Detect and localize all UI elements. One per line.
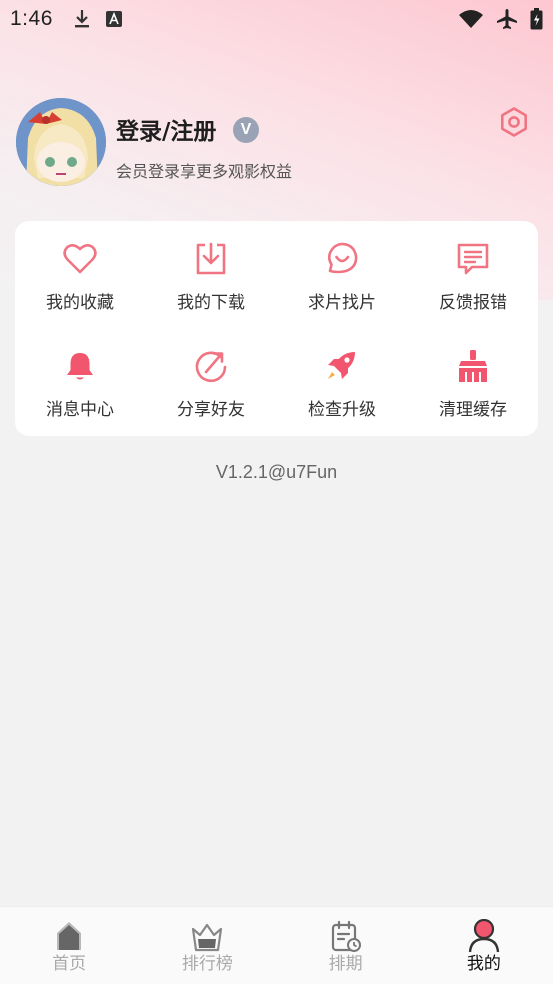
rocket-icon <box>328 352 355 379</box>
menu-item-label: 求片找片 <box>308 293 376 313</box>
nav-mine[interactable]: 我的 <box>415 907 553 984</box>
feedback-icon <box>457 243 489 275</box>
share-icon <box>195 351 227 383</box>
vip-badge: V <box>233 117 259 143</box>
nav-label: 排期 <box>328 954 363 974</box>
crown-icon <box>192 923 223 952</box>
nav-home[interactable]: 首页 <box>0 907 138 984</box>
bell-icon <box>67 353 93 380</box>
menu-item-messages[interactable]: 消息中心 <box>15 328 145 428</box>
menu-item-label: 消息中心 <box>46 400 114 420</box>
version-text: V1.2.1@u7Fun <box>215 462 338 482</box>
home-icon <box>57 922 82 950</box>
heart-icon <box>63 244 97 274</box>
settings-icon[interactable] <box>498 106 530 138</box>
menu-item-upgrade[interactable]: 检查升级 <box>277 328 407 428</box>
menu-item-request[interactable]: 求片找片 <box>277 221 407 321</box>
profile-subtitle: 会员登录享更多观影权益 <box>116 162 293 181</box>
broom-icon <box>459 350 487 382</box>
login-register-link[interactable]: 登录/注册 <box>116 112 216 146</box>
nav-label: 排行榜 <box>181 954 233 974</box>
nav-label: 首页 <box>52 954 87 974</box>
bottom-nav: 首页 排行榜 排期 我的 <box>0 906 553 984</box>
menu-item-share[interactable]: 分享好友 <box>146 328 276 428</box>
airplane-icon <box>497 9 517 29</box>
menu-item-clear-cache[interactable]: 清理缓存 <box>408 328 538 428</box>
menu-item-label: 检查升级 <box>308 400 376 420</box>
calendar-icon <box>331 920 361 952</box>
status-bar: 1:46 <box>0 0 553 38</box>
status-time: 1:46 <box>10 7 53 30</box>
download-tray-icon <box>196 242 226 275</box>
profile-header[interactable]: 登录/注册 V 会员登录享更多观影权益 <box>16 98 536 188</box>
nav-ranking[interactable]: 排行榜 <box>138 907 276 984</box>
wifi-icon <box>459 10 483 28</box>
menu-item-downloads[interactable]: 我的下载 <box>146 221 276 321</box>
nav-label: 我的 <box>466 954 501 974</box>
a-icon <box>105 11 122 27</box>
user-icon <box>468 919 500 953</box>
battery-icon <box>530 8 543 30</box>
chat-smile-icon <box>327 242 358 274</box>
menu-item-label: 清理缓存 <box>439 400 507 420</box>
menu-item-feedback[interactable]: 反馈报错 <box>408 221 538 321</box>
avatar[interactable] <box>16 98 106 186</box>
download-icon <box>74 10 89 28</box>
menu-item-label: 我的收藏 <box>46 293 114 313</box>
menu-item-favorites[interactable]: 我的收藏 <box>15 221 145 321</box>
nav-schedule[interactable]: 排期 <box>277 907 415 984</box>
menu-item-label: 我的下载 <box>177 293 245 313</box>
menu-card: 我的收藏 我的下载 求片找片 反馈报错 消息中心 分享好友 检查升级 清理缓存 <box>15 221 538 436</box>
menu-item-label: 分享好友 <box>177 400 245 420</box>
menu-item-label: 反馈报错 <box>439 293 507 313</box>
